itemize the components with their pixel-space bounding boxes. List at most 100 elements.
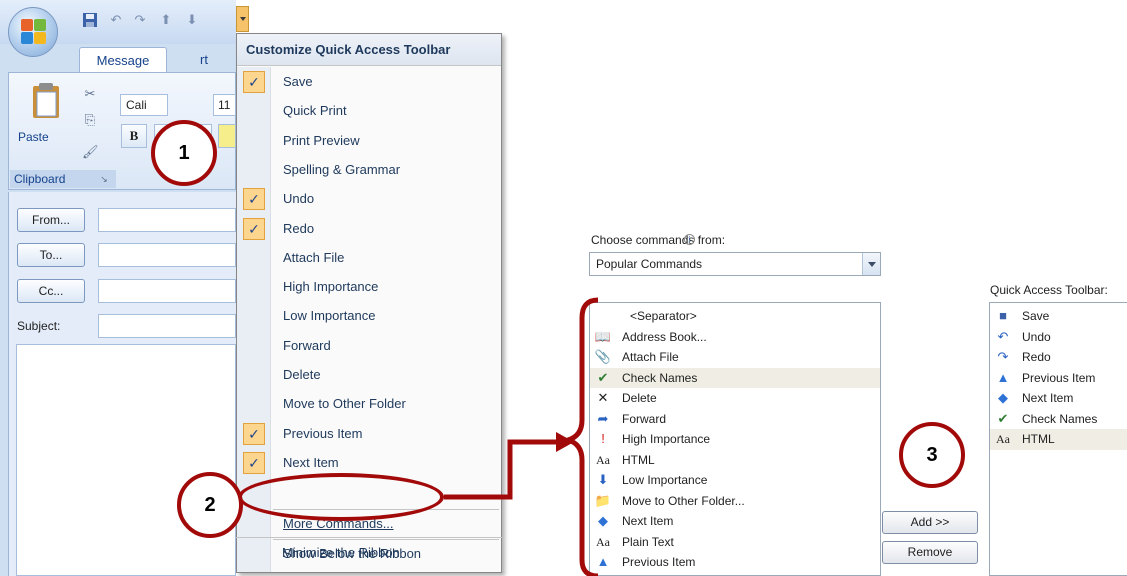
- copy-icon[interactable]: ⎘: [82, 112, 98, 128]
- menu-item-next-item[interactable]: ✓ Next Item: [237, 448, 501, 477]
- move-folder-icon: 📁: [594, 492, 612, 508]
- cc-field[interactable]: [98, 279, 236, 303]
- message-body[interactable]: [16, 344, 236, 576]
- list-item[interactable]: ✕ Delete: [590, 388, 880, 409]
- menu-item-move-to-other-folder[interactable]: Move to Other Folder: [237, 389, 501, 418]
- font-size-box[interactable]: 11: [213, 94, 236, 116]
- list-item-label: HTML: [622, 452, 655, 467]
- chevron-down-icon[interactable]: [862, 253, 880, 275]
- list-item-label: Address Book...: [622, 329, 707, 344]
- redo-icon: ↷: [997, 349, 1009, 364]
- save-icon: ■: [999, 308, 1007, 323]
- list-item[interactable]: 📖 Address Book...: [590, 327, 880, 348]
- list-item[interactable]: Aa HTML: [590, 450, 880, 471]
- tab-message[interactable]: Message: [79, 47, 167, 73]
- check-names-icon: ✔: [597, 369, 609, 385]
- menu-item-label: Save: [283, 74, 313, 89]
- menu-item-previous-item[interactable]: ✓ Previous Item: [237, 419, 501, 448]
- list-item[interactable]: ✔ Check Names: [990, 409, 1127, 430]
- menu-item-save[interactable]: ✓ Save: [237, 67, 501, 96]
- list-item-label: Redo: [1022, 350, 1051, 364]
- previous-icon: ▲: [596, 554, 610, 569]
- subject-field[interactable]: [98, 314, 236, 338]
- font-name-box[interactable]: Cali: [120, 94, 168, 116]
- menu-item-attach-file[interactable]: Attach File: [237, 243, 501, 272]
- list-item[interactable]: ◆ Next Item: [590, 511, 880, 532]
- customize-qat-dropdown-button[interactable]: [236, 6, 249, 32]
- checkmark-icon: ✓: [243, 71, 265, 93]
- tab-insert[interactable]: rt: [200, 47, 208, 73]
- info-icon: i: [684, 234, 695, 245]
- list-item-label: Delete: [622, 391, 657, 405]
- choose-commands-label: Choose commands from:: [591, 233, 726, 247]
- cc-button[interactable]: Cc...: [17, 279, 85, 303]
- highlight-icon[interactable]: [218, 124, 236, 148]
- menu-item-label: Previous Item: [283, 425, 363, 441]
- add-button[interactable]: Add >>: [882, 511, 978, 534]
- to-button[interactable]: To...: [17, 243, 85, 267]
- format-painter-icon[interactable]: 🖌: [82, 144, 99, 160]
- list-item[interactable]: ✔ Check Names: [590, 367, 880, 388]
- list-item[interactable]: Aa Plain Text: [590, 532, 880, 553]
- menu-item-print-preview[interactable]: Print Preview: [237, 126, 501, 155]
- list-item-label: Undo: [1022, 329, 1051, 344]
- list-item[interactable]: ▲ Previous Item: [590, 552, 880, 573]
- from-field[interactable]: [98, 208, 236, 232]
- check-names-icon: ✔: [997, 410, 1009, 426]
- previous-item-icon[interactable]: ⬆: [158, 12, 174, 28]
- more-commands-highlight: [238, 473, 444, 521]
- qat-commands-list[interactable]: ■ Save ↶ Undo ↷ Redo ▲ Previous Item ◆ Next Item ✔…: [989, 302, 1127, 576]
- menu-item-forward[interactable]: Forward: [237, 331, 501, 360]
- from-button[interactable]: From...: [17, 208, 85, 232]
- list-item[interactable]: ■ Save: [990, 306, 1127, 327]
- list-item-label: Next Item: [622, 514, 674, 528]
- menu-item-redo[interactable]: ✓ Redo: [237, 214, 501, 243]
- remove-button[interactable]: Remove: [882, 541, 978, 564]
- list-item[interactable]: ! High Importance: [590, 429, 880, 450]
- dialog-launcher-icon[interactable]: ↘: [96, 171, 112, 187]
- list-item[interactable]: 📎 Attach File: [590, 347, 880, 368]
- paste-label[interactable]: Paste: [18, 130, 49, 144]
- list-item[interactable]: ↷ Redo: [990, 347, 1127, 368]
- menu-item-high-importance[interactable]: High Importance: [237, 272, 501, 301]
- undo-icon[interactable]: ↶: [108, 12, 124, 28]
- list-item[interactable]: Aa HTML: [990, 429, 1127, 450]
- menu-item-delete[interactable]: Delete: [237, 360, 501, 389]
- bold-button[interactable]: B: [121, 124, 147, 148]
- list-item[interactable]: ↶ Undo: [990, 327, 1127, 348]
- cut-icon[interactable]: ✂: [82, 86, 98, 102]
- list-item-label: Previous Item: [622, 555, 696, 569]
- menu-item-spelling-grammar[interactable]: Spelling & Grammar: [237, 155, 501, 184]
- commands-source-select[interactable]: Popular Commands: [589, 252, 881, 276]
- to-field[interactable]: [98, 243, 236, 267]
- list-item-label: Plain Text: [622, 534, 674, 549]
- menu-item-label: Move to Other Folder: [283, 396, 406, 412]
- menu-item-label: Attach File: [283, 249, 345, 265]
- menu-item-undo[interactable]: ✓ Undo: [237, 184, 501, 213]
- list-item[interactable]: <Separator>: [590, 306, 880, 327]
- aa-icon: Aa: [596, 452, 610, 467]
- menu-item-minimize-ribbon-row[interactable]: Minimize the Ribbon: [236, 537, 502, 566]
- list-item[interactable]: 📁 Move to Other Folder...: [590, 491, 880, 512]
- forward-icon: ➦: [597, 410, 609, 426]
- menu-item-low-importance[interactable]: Low Importance: [237, 301, 501, 330]
- minimize-ribbon-label[interactable]: Minimize the Ribbon: [282, 538, 400, 567]
- paste-icon[interactable]: [30, 82, 64, 122]
- menu-item-quick-print[interactable]: Quick Print: [237, 96, 501, 125]
- available-commands-list[interactable]: <Separator> 📖 Address Book... 📎 Attach File ✔…: [589, 302, 881, 576]
- menu-item-label: High Importance: [283, 279, 379, 295]
- save-icon[interactable]: [82, 12, 98, 28]
- list-item[interactable]: ◆ Next Item: [990, 388, 1127, 409]
- subject-label: Subject:: [17, 319, 61, 333]
- list-item-label: Next Item: [1022, 391, 1074, 405]
- next-item-icon[interactable]: ⬇: [184, 12, 200, 28]
- menu-item-label: Forward: [283, 337, 331, 353]
- list-item[interactable]: ➦ Forward: [590, 409, 880, 430]
- checkmark-icon: ✓: [243, 188, 265, 211]
- menu-item-label: Quick Print: [283, 103, 347, 119]
- list-item[interactable]: ▲ Previous Item: [990, 368, 1127, 389]
- office-button[interactable]: [8, 7, 58, 57]
- checkmark-icon: ✓: [243, 451, 265, 474]
- list-item[interactable]: ⬇ Low Importance: [590, 470, 880, 491]
- redo-icon[interactable]: ↷: [132, 12, 148, 28]
